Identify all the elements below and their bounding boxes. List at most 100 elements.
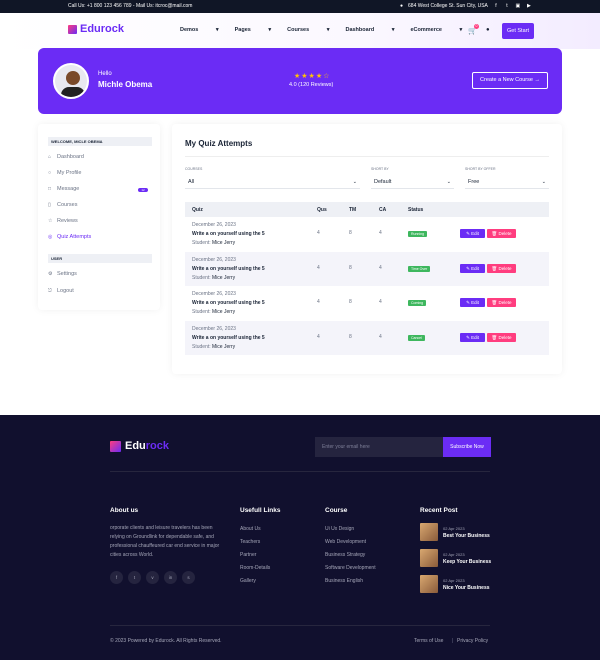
edit-icon: ✎ bbox=[466, 231, 470, 236]
nav-dashboard[interactable]: Dashboard ▾ bbox=[345, 27, 394, 33]
quiz-title[interactable]: Write a on yourself using the 5 bbox=[192, 335, 265, 341]
footer-link[interactable]: Partner bbox=[240, 552, 256, 558]
col-tm: TM bbox=[349, 207, 357, 213]
sidebar-item-message[interactable]: □ Message bbox=[48, 186, 79, 192]
footer-course-link[interactable]: Business Strategy bbox=[325, 552, 365, 558]
logo-book-icon bbox=[68, 24, 77, 34]
greeting: Hello bbox=[98, 71, 112, 77]
facebook-icon[interactable]: f bbox=[493, 3, 499, 9]
table-row: December 26, 2023 Write a on yourself usi… bbox=[185, 320, 549, 355]
about-title: About us bbox=[110, 507, 139, 514]
sidebar-welcome: WELCOME, MICLE OBEMA bbox=[48, 137, 152, 146]
youtube-icon[interactable]: ▶ bbox=[526, 3, 532, 9]
delete-button[interactable]: 🗑 Delete bbox=[487, 298, 516, 307]
divider bbox=[185, 156, 549, 157]
sidebar-item-profile[interactable]: ○ My Profile bbox=[48, 170, 81, 176]
profile-banner: Hello Michle Obema ★★★★☆ 4.0 (120 Review… bbox=[38, 48, 562, 114]
filter-courses-label: COURSES bbox=[185, 167, 203, 171]
edit-button[interactable]: ✎ Edit bbox=[460, 263, 485, 273]
table-row: December 26, 2023 Write a on yourself usi… bbox=[185, 286, 549, 320]
edit-button[interactable]: ✎ Edit bbox=[460, 229, 485, 238]
quiz-attempts-panel: My Quiz Attempts COURSES All ⌄ SHORT BY D… bbox=[172, 124, 562, 374]
subscribe-button[interactable]: Subscribe Now bbox=[443, 437, 491, 457]
main-nav: Demos ▾ Pages ▾ Courses ▾ Dashboard ▾ eC… bbox=[180, 27, 478, 33]
footer: Edurock Enter your email here Subscribe … bbox=[0, 415, 600, 660]
quiz-title[interactable]: Write a on yourself using the 5 bbox=[192, 300, 265, 306]
dashboard-sidebar: WELCOME, MICLE OBEMA ⌂ Dashboard ○ My Prof… bbox=[38, 124, 160, 310]
trash-icon: 🗑 bbox=[491, 334, 498, 340]
nav-courses[interactable]: Courses ▾ bbox=[287, 27, 329, 33]
edit-button[interactable]: ✎ Edit bbox=[460, 332, 485, 342]
trash-icon: 🗑 bbox=[491, 231, 498, 236]
post-title: Nice Your Business bbox=[443, 585, 490, 591]
cart-icon[interactable]: 🛒 0 bbox=[468, 24, 479, 35]
edit-icon: ✎ bbox=[466, 265, 470, 271]
logo-book-icon bbox=[110, 440, 121, 452]
quiz-title[interactable]: Write a on yourself using the 5 bbox=[192, 231, 265, 237]
separator: | bbox=[452, 638, 454, 644]
logout-icon: ⎋ bbox=[48, 288, 52, 294]
skype-icon[interactable]: s bbox=[182, 571, 195, 584]
logo[interactable]: Edurock bbox=[68, 23, 124, 35]
sidebar-item-dashboard[interactable]: ⌂ Dashboard bbox=[48, 154, 84, 160]
home-icon: ⌂ bbox=[48, 154, 52, 160]
newsletter-email-input[interactable]: Enter your email here bbox=[315, 437, 443, 457]
vimeo-icon[interactable]: v bbox=[146, 571, 159, 584]
nav-ecommerce[interactable]: eCommerce ▾ bbox=[411, 27, 463, 33]
delete-button[interactable]: 🗑 Delete bbox=[487, 263, 516, 273]
sidebar-user-section: USER bbox=[48, 254, 152, 263]
ca-value: 4 bbox=[379, 264, 382, 271]
delete-button[interactable]: 🗑 Delete bbox=[487, 229, 516, 238]
footer-link[interactable]: Gallery bbox=[240, 578, 256, 584]
nav-pages[interactable]: Pages ▾ bbox=[235, 27, 272, 33]
about-text: orporate clients and leisure travelers h… bbox=[110, 525, 220, 558]
footer-course-link[interactable]: Software Development bbox=[325, 565, 376, 571]
edit-button[interactable]: ✎ Edit bbox=[460, 298, 485, 307]
sidebar-item-settings[interactable]: ⚙ Settings bbox=[48, 271, 77, 277]
footer-link[interactable]: Room-Details bbox=[240, 565, 270, 571]
get-start-button[interactable]: Get Start bbox=[502, 23, 534, 39]
sidebar-item-quiz-attempts[interactable]: ◎ Quiz Attempts bbox=[48, 234, 91, 240]
footer-logo[interactable]: Edurock bbox=[110, 440, 169, 452]
footer-link[interactable]: Teachers bbox=[240, 539, 260, 545]
filter-sort-select[interactable]: Default ⌄ bbox=[371, 175, 454, 189]
terms-link[interactable]: Terms of Use bbox=[414, 638, 443, 644]
post-date: 02 Apr 2023 bbox=[443, 552, 465, 557]
message-icon: □ bbox=[48, 186, 52, 192]
footer-course-link[interactable]: Web Development bbox=[325, 539, 366, 545]
nav-demos[interactable]: Demos ▾ bbox=[180, 27, 219, 33]
quiz-student: Student: Mice Jerry bbox=[192, 240, 236, 246]
create-course-button[interactable]: Create a New Course → bbox=[472, 72, 548, 89]
footer-course-link[interactable]: Ui Ux Design bbox=[325, 526, 354, 532]
footer-course-link[interactable]: Business English bbox=[325, 578, 363, 584]
edit-icon: ✎ bbox=[466, 334, 470, 340]
sidebar-item-logout[interactable]: ⎋ Logout bbox=[48, 288, 74, 294]
qus-value: 4 bbox=[317, 299, 320, 305]
filter-sort-label: SHORT BY bbox=[371, 167, 389, 171]
chevron-down-icon: ⌄ bbox=[541, 179, 546, 185]
delete-button[interactable]: 🗑 Delete bbox=[487, 332, 516, 342]
quiz-title[interactable]: Write a on yourself using the 5 bbox=[192, 266, 265, 272]
twitter-icon[interactable]: t bbox=[128, 571, 141, 584]
twitter-icon[interactable]: t bbox=[504, 3, 510, 9]
user-icon[interactable]: ● bbox=[486, 27, 490, 33]
quiz-student: Student: Mice Jerry bbox=[192, 274, 236, 281]
sidebar-item-reviews[interactable]: ☆ Reviews bbox=[48, 218, 78, 224]
page-title: My Quiz Attempts bbox=[185, 139, 253, 148]
facebook-icon[interactable]: f bbox=[110, 571, 123, 584]
arrow-right-icon: → bbox=[534, 77, 540, 83]
footer-link[interactable]: About Us bbox=[240, 526, 261, 532]
instagram-icon[interactable]: ▣ bbox=[515, 3, 521, 9]
quiz-date: December 26, 2023 bbox=[192, 256, 236, 263]
col-status: Status bbox=[408, 207, 424, 213]
qus-value: 4 bbox=[317, 333, 320, 340]
cart-count: 0 bbox=[474, 24, 479, 29]
ca-value: 4 bbox=[379, 299, 382, 305]
sidebar-item-courses[interactable]: ▯ Courses bbox=[48, 202, 77, 208]
quiz-student: Student: Mice Jerry bbox=[192, 309, 236, 315]
privacy-link[interactable]: Privacy Policy bbox=[457, 638, 488, 644]
linkedin-icon[interactable]: in bbox=[164, 571, 177, 584]
header: Edurock Demos ▾ Pages ▾ Courses ▾ Dashbo… bbox=[0, 13, 600, 49]
filter-offer-select[interactable]: Free ⌄ bbox=[465, 175, 549, 189]
filter-courses-select[interactable]: All ⌄ bbox=[185, 175, 360, 189]
